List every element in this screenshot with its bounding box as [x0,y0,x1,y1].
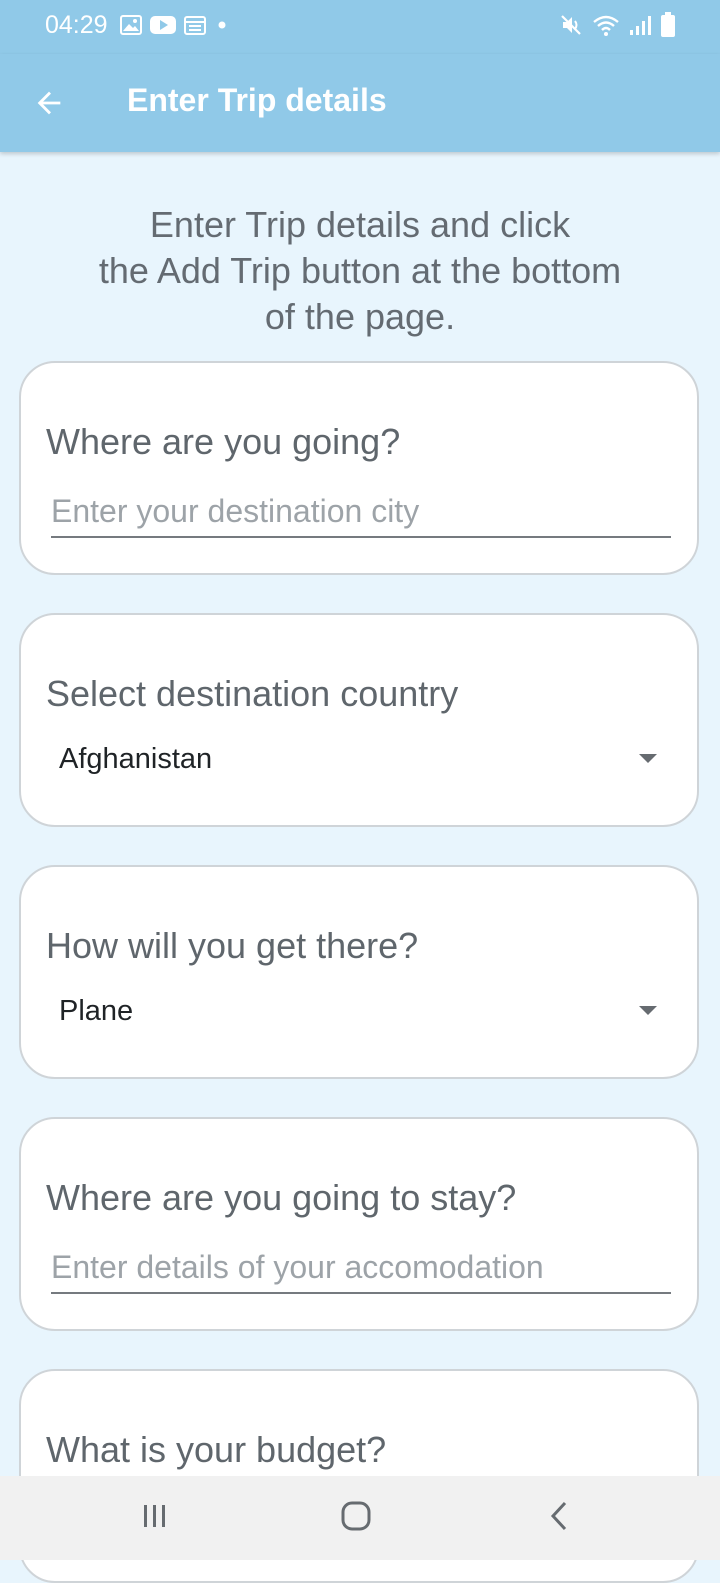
home-icon [340,1500,372,1536]
destination-city-label: Where are you going? [46,421,401,462]
page-title: Enter Trip details [127,82,387,118]
home-button[interactable] [331,1496,381,1540]
gallery-icon [120,15,142,39]
status-bar: 04:29 [0,0,720,54]
battery-icon [660,12,676,42]
destination-city-card: Where are you going? [19,361,699,575]
status-time: 04:29 [45,11,108,39]
system-nav-bar [0,1476,720,1560]
transport-label: How will you get there? [46,925,419,966]
nav-back-button[interactable] [534,1496,584,1540]
recents-button[interactable] [130,1496,180,1540]
destination-country-select[interactable]: Afghanistan [59,743,659,783]
accommodation-card: Where are you going to stay? [19,1117,699,1331]
back-button[interactable] [26,82,72,128]
dropdown-arrow-icon [639,754,657,763]
wifi-icon [592,13,620,41]
transport-value: Plane [59,995,134,1027]
signal-icon [628,13,652,41]
calendar-icon [184,15,206,39]
recents-icon [140,1501,170,1535]
back-icon [545,1500,573,1536]
destination-country-label: Select destination country [46,673,459,714]
budget-label: What is your budget? [46,1429,387,1470]
accommodation-input[interactable] [51,1242,671,1294]
status-system-icons [560,12,676,42]
accommodation-label: Where are you going to stay? [46,1177,517,1218]
app-bar: Enter Trip details [0,54,720,152]
youtube-icon [150,15,176,39]
destination-country-value: Afghanistan [59,743,213,775]
mute-icon [560,13,584,41]
dropdown-arrow-icon [639,1006,657,1015]
dot-icon [214,15,230,39]
destination-country-card: Select destination country Afghanistan [19,613,699,827]
destination-city-input[interactable] [51,486,671,538]
status-notification-icons [120,14,230,40]
transport-select[interactable]: Plane [59,995,659,1035]
intro-text: Enter Trip details and click the Add Tri… [98,204,622,337]
arrow-back-icon [32,86,66,124]
transport-card: How will you get there? Plane [19,865,699,1079]
